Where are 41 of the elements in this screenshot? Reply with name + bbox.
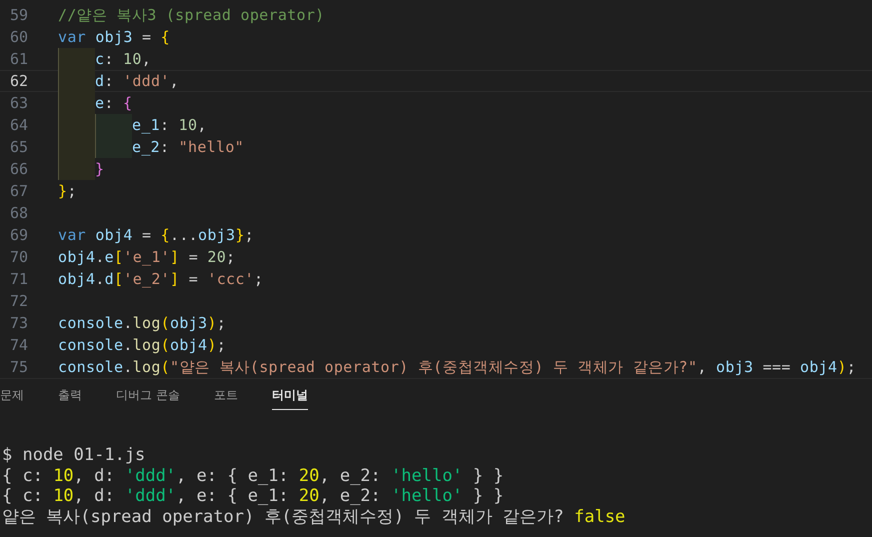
code-line: obj4.d['e_2'] = 'ccc';: [58, 269, 264, 290]
panel-tab[interactable]: 디버그 콘솔: [116, 379, 180, 410]
code-line: e: {: [58, 92, 132, 114]
code-line: e_2: "hello": [58, 136, 244, 158]
line-number: 59: [8, 6, 28, 24]
terminal-output-line: { c: 10, d: 'ddd', e: { e_1: 20, e_2: 'hello' } }: [2, 466, 505, 486]
line-number: 73: [8, 314, 28, 332]
code-line: }: [58, 158, 104, 180]
code-line: //얕은 복사3 (spread operator): [58, 4, 324, 26]
terminal-output-line: { c: 10, d: 'ddd', e: { e_1: 20, e_2: 'hello' } }: [2, 486, 505, 506]
line-number: 64: [8, 116, 28, 134]
terminal-output-line: $ node 01-1.js: [2, 445, 146, 466]
line-number: 66: [8, 160, 28, 178]
panel-tab[interactable]: 문제: [0, 379, 24, 410]
panel-tab[interactable]: 출력: [58, 379, 82, 410]
code-line: d: 'ddd',: [58, 70, 180, 92]
line-number: 72: [8, 292, 28, 310]
code-line: console.log(obj3);: [58, 313, 226, 334]
code-line: console.log("얕은 복사(spread operator) 후(중첩객체수정) 두 객체가 같은가?", obj3 === obj4);: [58, 356, 856, 378]
line-number: 62: [8, 72, 28, 90]
line-number: 75: [8, 358, 28, 376]
line-number: 60: [8, 28, 28, 46]
code-line: e_1: 10,: [58, 114, 207, 136]
panel-tab[interactable]: 터미널: [272, 379, 308, 410]
line-number: 68: [8, 204, 28, 222]
code-line: var obj3 = {: [58, 27, 170, 48]
code-line: var obj4 = {...obj3};: [58, 225, 254, 246]
line-number: 63: [8, 94, 28, 112]
code-line: };: [58, 181, 77, 202]
line-number: 71: [8, 270, 28, 288]
line-number: 61: [8, 50, 28, 68]
code-line: console.log(obj4);: [58, 335, 226, 356]
code-line: obj4.e['e_1'] = 20;: [58, 247, 236, 268]
panel-tab[interactable]: 포트: [214, 379, 238, 410]
line-number: 70: [8, 248, 28, 266]
code-line: c: 10,: [58, 48, 152, 70]
line-number: 65: [8, 138, 28, 156]
line-number: 67: [8, 182, 28, 200]
line-number: 69: [8, 226, 28, 244]
terminal-output-line: 얕은 복사(spread operator) 후(중첩객체수정) 두 객체가 같은가? false: [2, 506, 626, 527]
line-number: 74: [8, 336, 28, 354]
